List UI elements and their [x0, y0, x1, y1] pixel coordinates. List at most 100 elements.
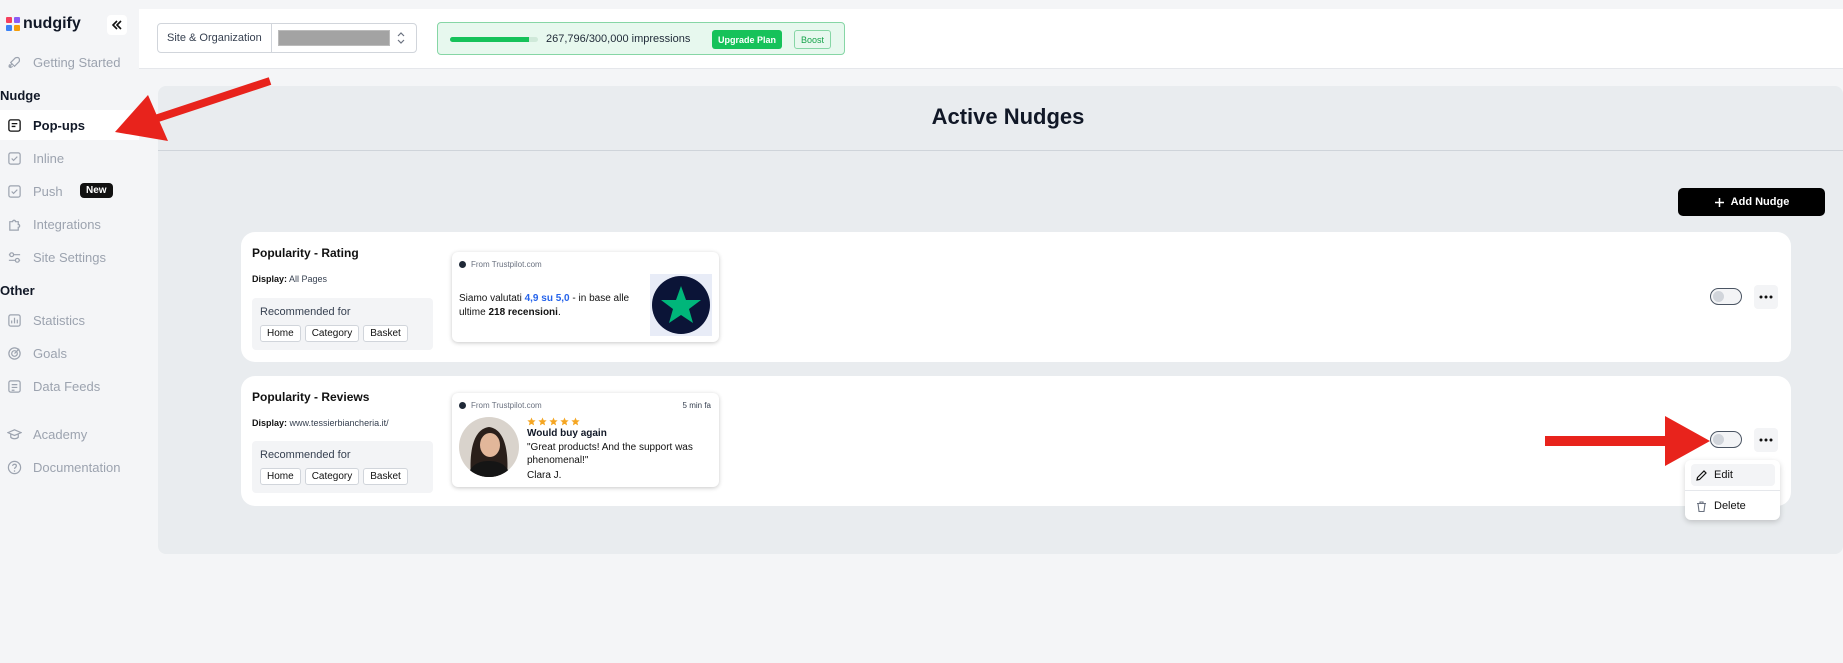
sidebar-item-integrations[interactable]: Integrations	[0, 209, 139, 239]
sidebar-item-inline[interactable]: Inline	[0, 143, 139, 173]
chevron-up-down-icon	[397, 32, 405, 44]
double-chevron-left-icon	[111, 19, 123, 31]
sidebar-item-label: Goals	[33, 345, 67, 361]
nudge-card-rating: Popularity - Rating Display: All Pages R…	[241, 232, 1791, 362]
upgrade-plan-button[interactable]: Upgrade Plan	[712, 30, 783, 49]
site-selector-value-redacted	[277, 30, 390, 46]
inline-icon	[7, 151, 22, 166]
more-options-button[interactable]	[1754, 428, 1778, 452]
recommended-label: Recommended for	[260, 449, 351, 461]
main-panel: Active Nudges Add Nudge Popularity - Rat…	[158, 86, 1843, 554]
ellipsis-icon	[1759, 295, 1773, 299]
recommended-label: Recommended for	[260, 306, 351, 318]
trash-icon	[1695, 500, 1708, 513]
recommended-box: Recommended for Home Category Basket	[252, 441, 433, 493]
review-heading: Would buy again	[527, 428, 607, 439]
review-author: Clara J.	[527, 470, 562, 481]
sidebar-item-documentation[interactable]: Documentation	[0, 452, 139, 482]
tag-home: Home	[260, 468, 301, 485]
sidebar-item-goals[interactable]: Goals	[0, 338, 139, 368]
logo[interactable]: nudgify	[6, 15, 81, 33]
nudge-display: Display: All Pages	[252, 274, 328, 284]
tag-basket: Basket	[363, 325, 408, 342]
source-line: From Trustpilot.com	[459, 401, 542, 410]
rocket-icon	[7, 55, 22, 70]
review-stars	[527, 417, 580, 426]
menu-item-label: Edit	[1714, 469, 1733, 481]
nudge-title: Popularity - Reviews	[252, 390, 370, 404]
page-header: Active Nudges	[158, 86, 1843, 151]
collapse-sidebar-button[interactable]	[107, 15, 127, 35]
tag-home: Home	[260, 325, 301, 342]
nudge-preview-reviews: From Trustpilot.com 5 min fa Would buy a…	[452, 393, 719, 487]
sidebar-item-label: Getting Started	[33, 54, 121, 70]
boost-button[interactable]: Boost	[794, 30, 832, 49]
trustpilot-star-icon	[650, 274, 712, 336]
plus-icon	[1714, 197, 1725, 208]
recommended-box: Recommended for Home Category Basket	[252, 298, 433, 350]
sidebar-item-academy[interactable]: Academy	[0, 419, 139, 449]
add-nudge-label: Add Nudge	[1730, 196, 1790, 208]
source-line: From Trustpilot.com	[459, 260, 542, 269]
trustpilot-dot-icon	[459, 261, 466, 268]
ellipsis-icon	[1759, 438, 1773, 442]
impressions-progress-bar	[450, 37, 538, 42]
site-selector-label: Site & Organization	[158, 24, 272, 52]
page-title: Active Nudges	[931, 104, 1085, 129]
nudge-enable-toggle[interactable]	[1710, 288, 1742, 305]
menu-divider	[1685, 490, 1780, 491]
help-circle-icon	[7, 460, 22, 475]
star-icon	[560, 417, 569, 426]
star-icon	[571, 417, 580, 426]
source-text: From Trustpilot.com	[471, 260, 542, 269]
sidebar-item-push[interactable]: Push New	[0, 176, 139, 206]
sidebar-item-label: Push	[33, 183, 63, 199]
graduation-cap-icon	[7, 427, 22, 442]
review-time: 5 min fa	[682, 401, 711, 410]
popup-icon	[7, 118, 22, 133]
sidebar-item-label: Statistics	[33, 312, 86, 328]
sidebar-item-label: Site Settings	[33, 249, 106, 265]
annotation-arrow-left	[115, 77, 272, 141]
push-icon	[7, 184, 22, 199]
new-badge: New	[80, 183, 113, 198]
sidebar-item-label: Integrations	[33, 216, 101, 232]
tag-basket: Basket	[363, 468, 408, 485]
sidebar-item-data-feeds[interactable]: Data Feeds	[0, 371, 139, 401]
puzzle-icon	[7, 217, 22, 232]
more-options-button[interactable]	[1754, 285, 1778, 309]
sidebar-item-statistics[interactable]: Statistics	[0, 305, 139, 335]
tag-category: Category	[304, 325, 360, 342]
nudge-display: Display: www.tessierbiancheria.it/	[252, 418, 389, 428]
nav-section-nudge: Nudge	[0, 88, 41, 103]
menu-item-delete[interactable]: Delete	[1691, 495, 1775, 517]
reviewer-avatar	[459, 417, 519, 477]
sidebar-item-label: Inline	[33, 150, 65, 166]
star-icon	[538, 417, 547, 426]
sidebar-item-label: Pop-ups	[33, 117, 85, 133]
sidebar-item-label: Academy	[33, 426, 88, 442]
topbar: Site & Organization 267,796/300,000 impr…	[139, 9, 1843, 69]
source-text: From Trustpilot.com	[471, 401, 542, 410]
nudge-preview-rating: From Trustpilot.com Siamo valutati 4,9 s…	[452, 252, 719, 342]
sliders-icon	[7, 250, 22, 265]
chart-icon	[7, 313, 22, 328]
rating-text: Siamo valutati 4,9 su 5,0 - in base alle…	[459, 293, 630, 318]
star-icon	[549, 417, 558, 426]
annotation-arrow-right	[1545, 416, 1710, 466]
sidebar-item-label: Data Feeds	[33, 378, 101, 394]
sidebar-item-site-settings[interactable]: Site Settings	[0, 242, 139, 272]
nav-section-other: Other	[0, 283, 35, 298]
logo-mark	[6, 17, 20, 31]
impressions-meter: 267,796/300,000 impressions Upgrade Plan…	[437, 22, 845, 55]
sidebar-item-getting-started[interactable]: Getting Started	[0, 47, 139, 77]
impressions-text: 267,796/300,000 impressions	[546, 33, 691, 45]
review-body: "Great products! And the support was phe…	[527, 442, 693, 466]
menu-item-label: Delete	[1714, 500, 1746, 512]
logo-text: nudgify	[23, 15, 81, 32]
feed-icon	[7, 379, 22, 394]
star-icon	[527, 417, 536, 426]
site-organization-selector[interactable]: Site & Organization	[157, 23, 417, 53]
sidebar-item-label: Documentation	[33, 459, 121, 475]
add-nudge-button[interactable]: Add Nudge	[1678, 188, 1825, 216]
